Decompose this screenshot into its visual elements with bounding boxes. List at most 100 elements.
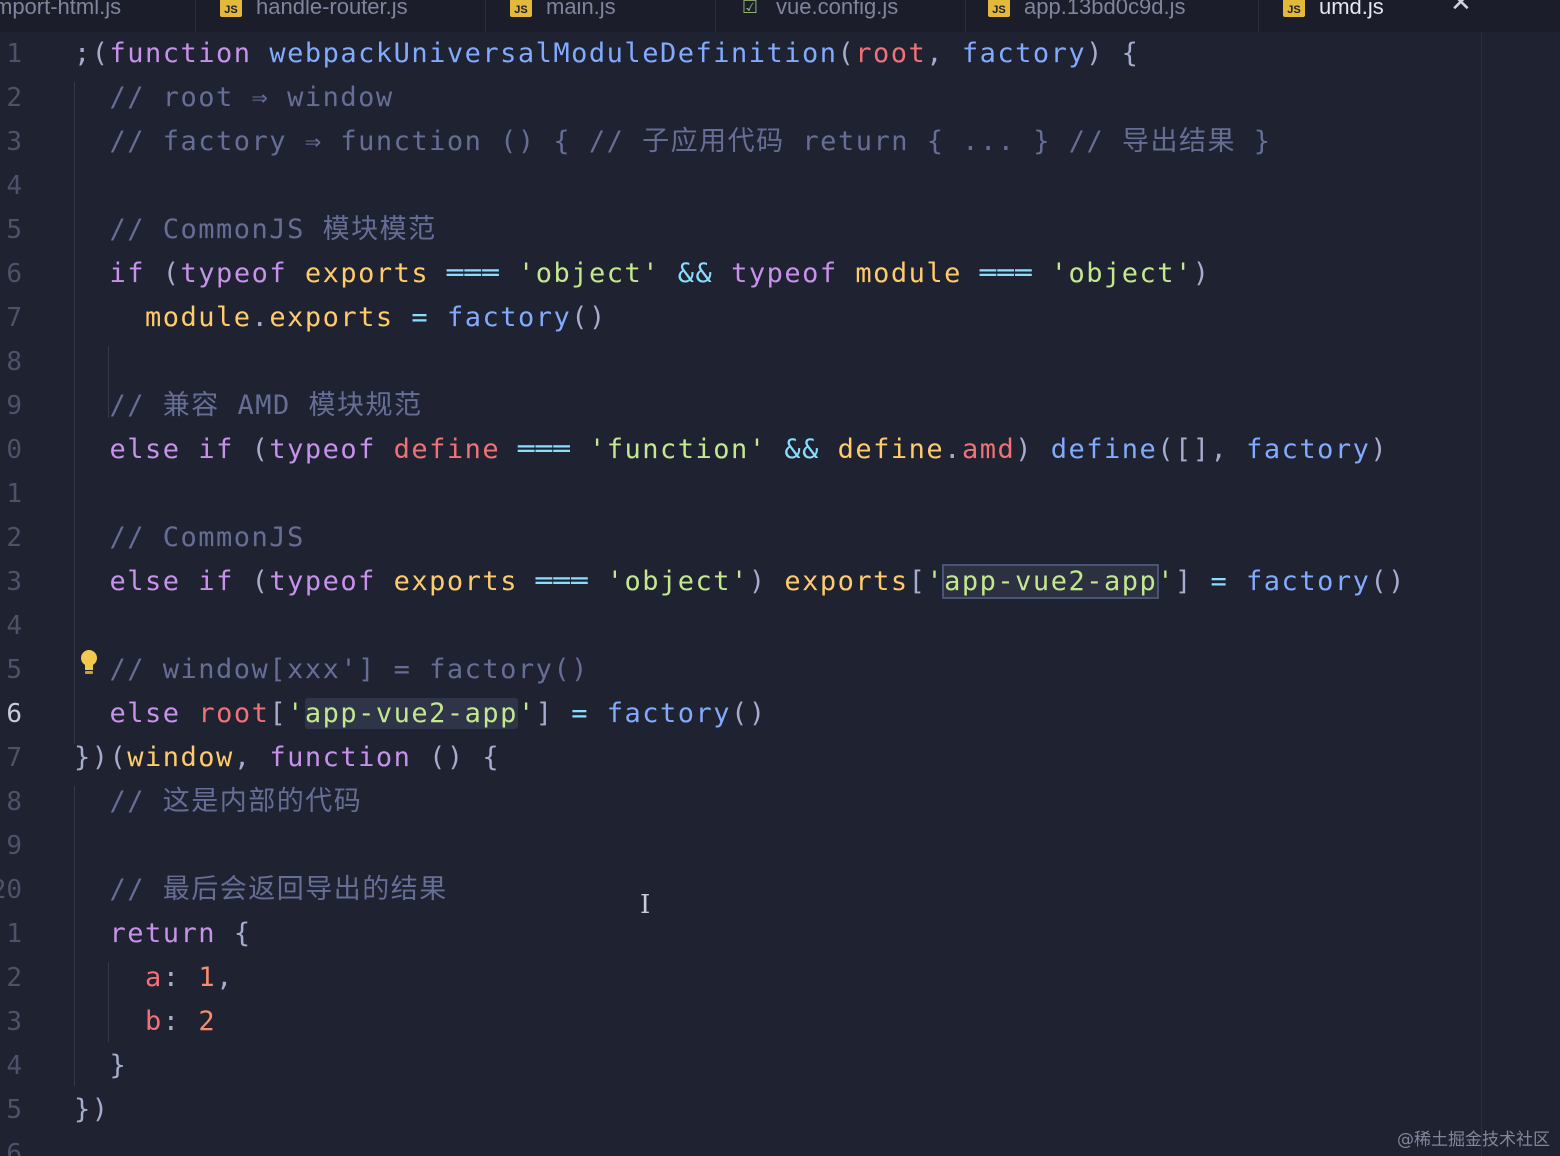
code-token: ) { [1086,38,1140,69]
code-line[interactable]: ;(function webpackUniversalModuleDefinit… [74,32,1139,76]
code-token: // CommonJS [74,522,305,553]
line-number: 5 [6,215,22,245]
code-line[interactable]: // window[xxx'] = factory() [74,648,589,692]
code-token: && [784,434,820,465]
line-number: 5 [6,1095,22,1125]
code-token: if [198,434,234,465]
code-token: function [109,38,252,69]
code-token: define [393,434,501,465]
code-token: exports [393,566,518,597]
code-token: // 最后会返回导出的结果 [74,874,448,905]
line-number: 1 [6,919,22,949]
tab-app-bundle[interactable]: JS app.13bd0c9d.js [988,0,1185,28]
line-number: 2 [6,523,22,553]
code-token: if [109,258,146,289]
code-token: . [251,302,270,333]
code-line[interactable]: return { [74,912,252,956]
code-token: ( [837,38,856,69]
tab-umd[interactable]: JS umd.js [1283,0,1384,28]
code-token: exports [269,302,394,333]
code-line[interactable]: a: 1, [74,956,234,1000]
code-line[interactable]: } [74,1044,127,1088]
code-line[interactable]: else if (typeof define ═══ 'function' &&… [74,428,1388,472]
code-line[interactable]: else if (typeof exports ═══ 'object') ex… [74,560,1406,604]
javascript-file-icon: JS [988,0,1010,17]
code-token: ' [287,698,305,729]
code-token: app-vue2-app [304,698,518,729]
code-token: factory [1246,434,1371,465]
code-token: ( [145,258,181,289]
code-token: if [198,566,234,597]
code-line[interactable]: // 最后会返回导出的结果 [74,868,448,912]
code-token: }) [74,1094,110,1125]
tab-label: app.13bd0c9d.js [1024,0,1186,19]
config-file-icon: ☑ [741,0,759,17]
line-number: 9 [6,391,22,421]
code-token: // CommonJS 模块模范 [74,214,437,245]
code-line[interactable]: // root ⇒ window [74,76,394,120]
code-token: () [731,698,767,729]
line-number: 3 [6,1007,22,1037]
code-token: root [198,698,270,729]
code-token: : [162,962,199,993]
javascript-file-icon: JS [510,0,532,17]
tab-main[interactable]: JS main.js [510,0,616,28]
code-line[interactable]: })(window, function () { [74,736,500,780]
line-number: 8 [6,787,22,817]
code-line[interactable]: // 这是内部的代码 [74,780,362,824]
line-number: 4 [6,171,22,201]
lightbulb-icon[interactable] [78,648,100,678]
code-token: ) [1370,434,1389,465]
tab-label: mport-html.js [0,0,122,19]
code-token: ═══ [535,566,589,597]
code-line[interactable]: // 兼容 AMD 模块规范 [74,384,423,428]
line-number: 1 [6,39,22,69]
tab-handle-router[interactable]: JS handle-router.js [220,0,408,28]
code-token: factory [1246,566,1371,597]
code-line[interactable]: // CommonJS [74,516,305,560]
code-token: window [127,742,234,773]
code-line[interactable]: if (typeof exports ═══ 'object' && typeo… [74,252,1211,296]
code-token: ) [748,566,785,597]
code-token: // window[xxx'] = factory() [74,654,589,685]
code-token: () [1370,566,1406,597]
code-token: && [677,258,714,289]
tab-vue-config[interactable]: ☑ vue.config.js [738,0,898,28]
code-token: , [926,38,962,69]
code-token: ( [233,566,270,597]
tab-divider [715,0,716,32]
code-token: else [109,566,181,597]
code-line[interactable]: // factory ⇒ function () { // 子应用代码 retu… [74,120,1272,164]
code-token: exports [784,566,909,597]
watermark: @稀土掘金技术社区 [1397,1130,1550,1150]
close-tab-icon[interactable]: ✕ [1450,0,1472,18]
code-line[interactable]: b: 2 [74,1000,216,1044]
code-token: // factory ⇒ function () { // 子应用代码 retu… [74,126,1272,157]
code-token: { [216,918,252,949]
code-line[interactable]: // CommonJS 模块模范 [74,208,437,252]
code-line[interactable]: else root['app-vue2-app'] = factory() [74,692,767,736]
line-number: 7 [6,743,22,773]
code-editor[interactable]: 123456789012345678920123456 ;(function w… [0,32,1560,1156]
code-token: ' [1157,566,1175,597]
tab-label: vue.config.js [776,0,899,19]
code-token: typeof [269,434,376,465]
code-line[interactable]: module.exports = factory() [74,296,607,340]
line-number: 6 [6,1139,22,1156]
text-cursor-icon: I [640,890,651,920]
tab-import-html[interactable]: mport-html.js [0,0,121,28]
code-token: ═══ [446,258,501,289]
code-line[interactable]: }) [74,1088,110,1132]
tab-divider [1258,0,1259,32]
line-number: 2 [6,83,22,113]
